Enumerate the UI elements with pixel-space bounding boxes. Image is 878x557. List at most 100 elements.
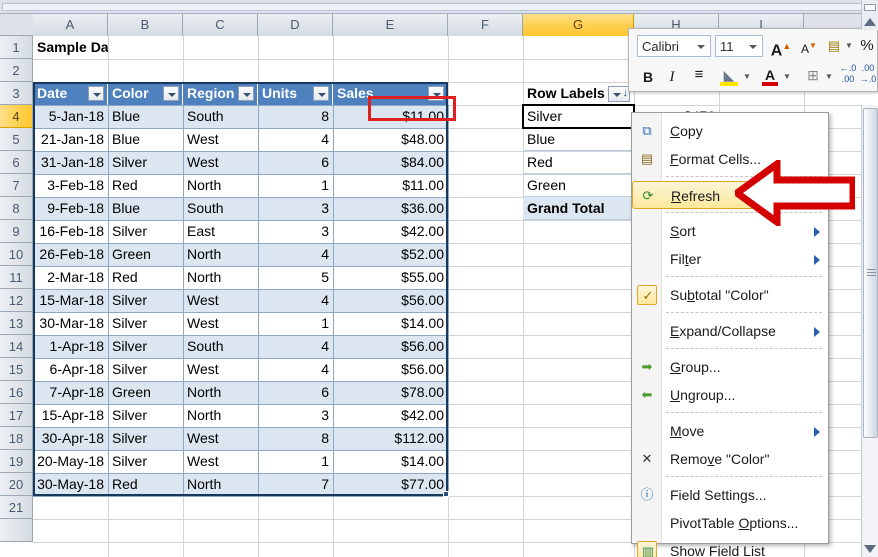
table-cell-date[interactable]: 15-Apr-18 [33,404,108,427]
table-cell-region[interactable]: North [183,266,258,289]
scroll-up-arrow-icon[interactable] [864,18,876,26]
pivot-row-labels-filter-icon[interactable] [608,85,630,102]
table-cell-region[interactable]: West [183,312,258,335]
row-header-5[interactable]: 5 [0,128,33,151]
fill-color-chevron-down-icon[interactable]: ▼ [741,65,753,89]
table-cell-region[interactable]: West [183,289,258,312]
center-align-button[interactable]: ≡ [687,63,711,87]
table-cell-date[interactable]: 30-May-18 [33,473,108,496]
table-cell-region[interactable]: West [183,128,258,151]
row-header-1[interactable]: 1 [0,36,33,59]
table-cell-date[interactable]: 30-Mar-18 [33,312,108,335]
context-menu-item-expand-collapse[interactable]: Expand/Collapse [632,317,830,345]
table-cell-units[interactable]: 8 [258,427,333,450]
column-header-g[interactable]: G [523,14,634,36]
table-cell-date[interactable]: 16-Feb-18 [33,220,108,243]
scroll-down-arrow-icon[interactable] [864,545,876,553]
table-cell-sales[interactable]: $48.00 [333,128,448,151]
table-cell-units[interactable]: 1 [258,174,333,197]
row-header-19[interactable]: 19 [0,450,33,473]
table-cell-date[interactable]: 6-Apr-18 [33,358,108,381]
pivot-item-green[interactable]: Green [523,174,634,197]
table-cell-units[interactable]: 3 [258,220,333,243]
context-menu-item-ungroup[interactable]: ⬅ Ungroup... [632,381,830,409]
row-header-13[interactable]: 13 [0,312,33,335]
pivot-item-red[interactable]: Red [523,151,634,174]
table-cell-sales[interactable]: $56.00 [333,358,448,381]
column-header-c[interactable]: C [183,14,258,36]
table-cell-color[interactable]: Red [108,174,183,197]
table-cell-region[interactable]: West [183,358,258,381]
row-header-7[interactable]: 7 [0,174,33,197]
table-cell-sales[interactable]: $42.00 [333,220,448,243]
accounting-format-chevron-down-icon[interactable]: ▼ [843,34,855,58]
scrollbar-top-box[interactable] [861,0,878,30]
table-cell-color[interactable]: Green [108,243,183,266]
formula-bar-inner[interactable] [2,3,876,11]
context-menu-item-show-field-list[interactable]: ▥ Show Field List [632,537,830,557]
font-color-chevron-down-icon[interactable]: ▼ [781,65,793,89]
table-cell-units[interactable]: 3 [258,197,333,220]
vertical-scrollbar[interactable] [861,105,878,557]
table-cell-region[interactable]: North [183,404,258,427]
fill-color-button[interactable]: ◣ [717,63,741,87]
table-cell-date[interactable]: 30-Apr-18 [33,427,108,450]
filter-dropdown-sales-icon[interactable] [428,86,444,101]
table-cell-region[interactable]: North [183,243,258,266]
table-cell-sales[interactable]: $36.00 [333,197,448,220]
shrink-font-button[interactable]: A▼ [797,34,821,58]
row-header-15[interactable]: 15 [0,358,33,381]
selection-fill-handle[interactable] [443,491,449,497]
table-cell-sales[interactable]: $84.00 [333,151,448,174]
table-cell-region[interactable]: North [183,473,258,496]
table-cell-color[interactable]: Silver [108,427,183,450]
table-cell-date[interactable]: 31-Jan-18 [33,151,108,174]
table-cell-sales[interactable]: $11.00 [333,174,448,197]
table-cell-color[interactable]: Silver [108,358,183,381]
row-header-14[interactable]: 14 [0,335,33,358]
row-header-11[interactable]: 11 [0,266,33,289]
row-header-10[interactable]: 10 [0,243,33,266]
pivot-grand-total-label[interactable]: Grand Total [523,197,634,220]
bold-button[interactable]: B [637,65,659,89]
borders-button[interactable]: ⊞ [801,63,825,87]
column-header-d[interactable]: D [258,14,333,36]
row-header-8[interactable]: 8 [0,197,33,220]
increase-decimal-button[interactable]: ←.0.00 [837,63,859,87]
vertical-scrollbar-thumb[interactable] [863,108,878,438]
table-cell-region[interactable]: North [183,174,258,197]
table-cell-sales[interactable]: $55.00 [333,266,448,289]
context-menu-item-remove-color[interactable]: ✕ Remove "Color" [632,445,830,473]
table-cell-units[interactable]: 8 [258,105,333,128]
table-cell-units[interactable]: 3 [258,404,333,427]
borders-chevron-down-icon[interactable]: ▼ [823,65,835,89]
table-cell-date[interactable]: 1-Apr-18 [33,335,108,358]
italic-button[interactable]: I [661,65,683,89]
table-cell-sales[interactable]: $56.00 [333,335,448,358]
row-header-18[interactable]: 18 [0,427,33,450]
row-header-21[interactable]: 21 [0,496,33,519]
table-cell-color[interactable]: Silver [108,335,183,358]
table-cell-units[interactable]: 4 [258,128,333,151]
table-cell-units[interactable]: 4 [258,335,333,358]
table-cell-units[interactable]: 6 [258,151,333,174]
table-cell-color[interactable]: Silver [108,220,183,243]
font-color-button[interactable]: A [759,63,781,87]
table-cell-date[interactable]: 15-Mar-18 [33,289,108,312]
split-box[interactable] [864,4,876,11]
table-cell-date[interactable]: 26-Feb-18 [33,243,108,266]
context-menu-item-pivottable-options[interactable]: PivotTable Options... [632,509,830,537]
table-cell-region[interactable]: North [183,381,258,404]
table-cell-region[interactable]: South [183,105,258,128]
row-header-20[interactable]: 20 [0,473,33,496]
filter-dropdown-region-icon[interactable] [238,86,254,101]
table-cell-sales[interactable]: $11.00 [333,105,448,128]
table-cell-units[interactable]: 7 [258,473,333,496]
table-cell-sales[interactable]: $52.00 [333,243,448,266]
table-cell-date[interactable]: 2-Mar-18 [33,266,108,289]
table-cell-color[interactable]: Silver [108,312,183,335]
table-cell-sales[interactable]: $14.00 [333,450,448,473]
table-cell-units[interactable]: 1 [258,312,333,335]
column-header-e[interactable]: E [333,14,448,36]
column-header-b[interactable]: B [108,14,183,36]
